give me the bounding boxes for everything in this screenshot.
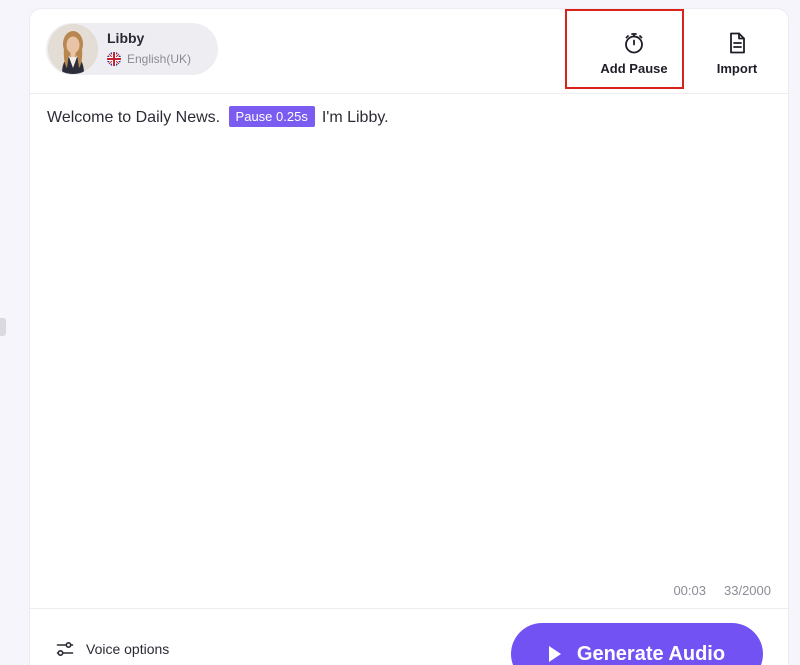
avatar <box>48 24 98 74</box>
sidebar-resize-handle[interactable] <box>0 318 6 336</box>
generate-audio-label: Generate Audio <box>576 642 726 665</box>
character-count: 33/2000 <box>724 583 771 598</box>
document-icon <box>730 32 745 53</box>
play-icon <box>548 646 561 662</box>
add-pause-button[interactable]: Add Pause <box>584 17 684 89</box>
voice-language-label: English(UK) <box>127 52 192 66</box>
voice-language: English(UK) <box>107 52 191 66</box>
sliders-icon <box>56 641 74 657</box>
import-button[interactable]: Import <box>687 17 787 89</box>
import-label: Import <box>716 60 758 76</box>
voice-options-label: Voice options <box>86 641 170 657</box>
audio-duration: 00:03 <box>673 583 706 598</box>
editor-header: Libby English(UK) Add Pause Import <box>30 9 788 94</box>
voice-selector[interactable]: Libby English(UK) <box>46 23 218 75</box>
editor-text-after: I'm Libby. <box>321 109 389 126</box>
voice-options-button[interactable]: Voice options <box>56 641 169 657</box>
add-pause-label: Add Pause <box>600 60 668 76</box>
editor-card: Libby English(UK) Add Pause Import Welco… <box>29 8 789 665</box>
stopwatch-icon <box>625 32 643 53</box>
generate-audio-button[interactable]: Generate Audio <box>511 623 763 665</box>
editor-text-before: Welcome to Daily News. <box>47 109 221 126</box>
uk-flag-icon <box>107 52 121 66</box>
editor-stats: 00:03 33/2000 <box>673 583 771 598</box>
voice-name: Libby <box>107 30 145 46</box>
page: Libby English(UK) Add Pause Import Welco… <box>0 0 800 665</box>
footer-divider <box>30 608 788 609</box>
script-editor[interactable]: Welcome to Daily News. Pause 0.25s I'm Li… <box>47 106 772 129</box>
pause-tag[interactable]: Pause 0.25s <box>228 106 315 127</box>
